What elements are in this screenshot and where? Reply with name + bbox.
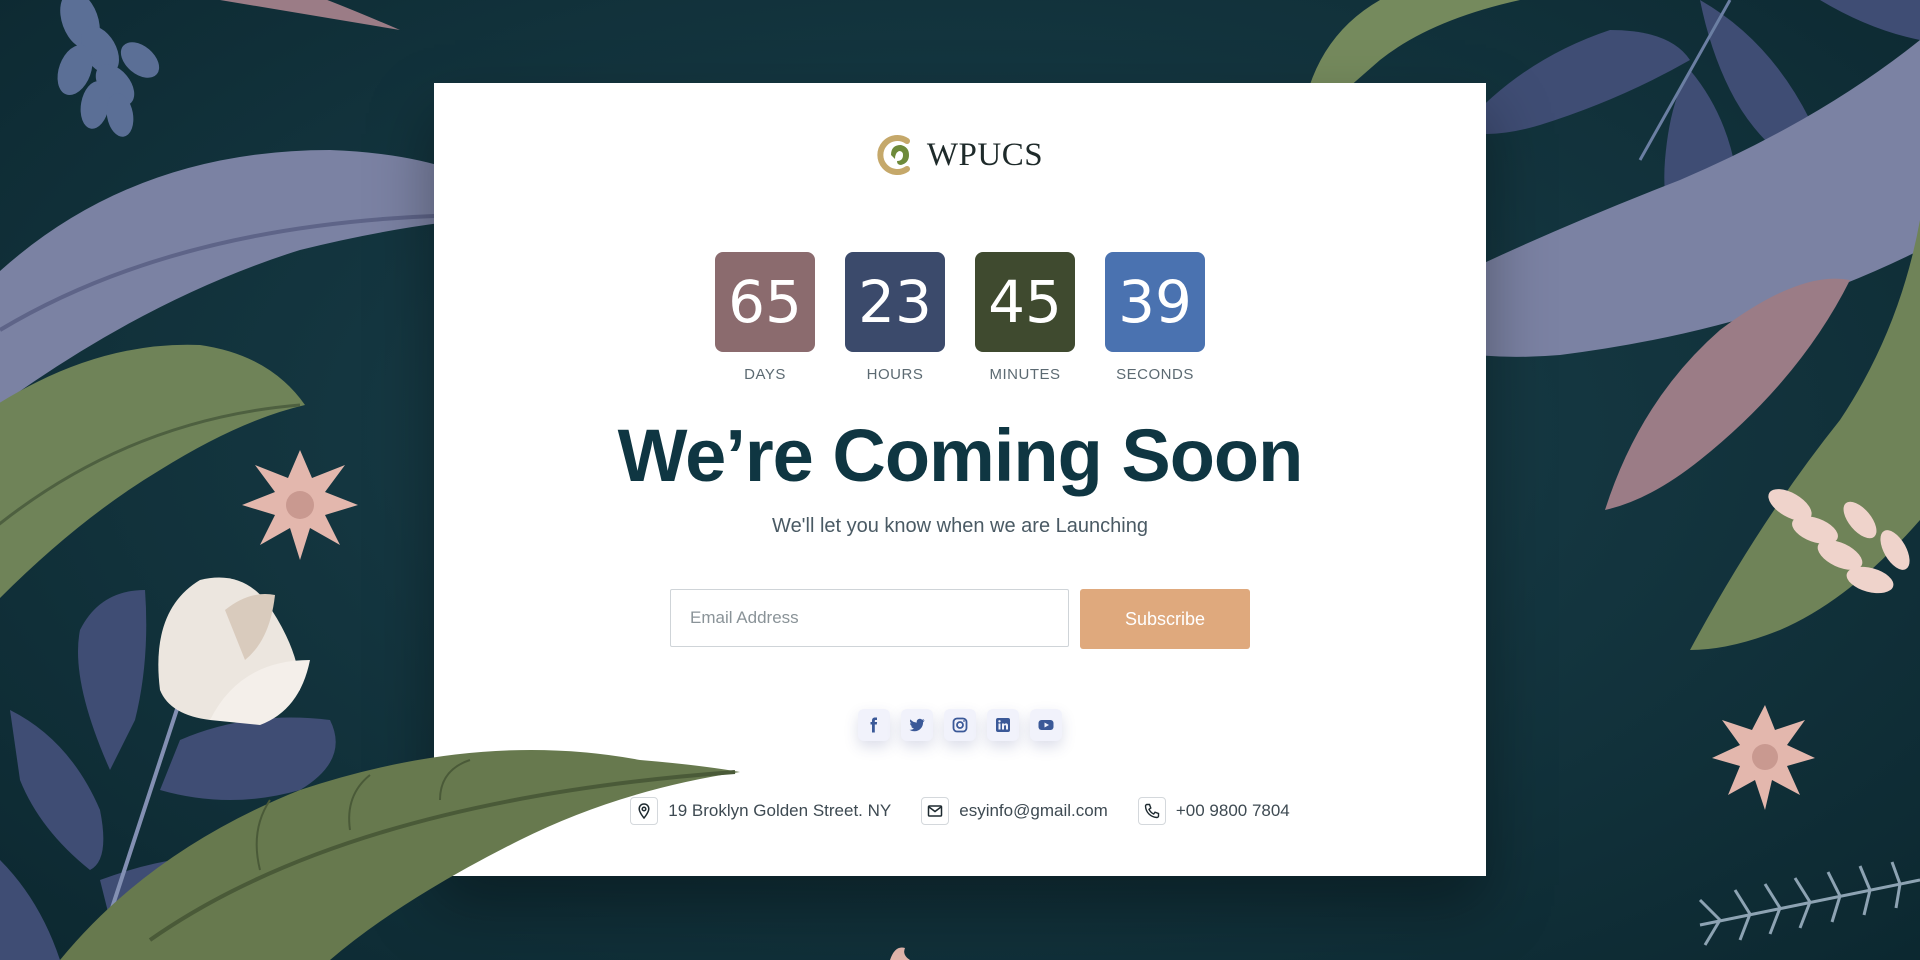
- social-links: [434, 709, 1486, 741]
- countdown-seconds-value: 39: [1105, 252, 1205, 352]
- twitter-link[interactable]: [901, 709, 933, 741]
- contact-address: 19 Broklyn Golden Street. NY: [630, 797, 891, 825]
- mail-icon: [921, 797, 950, 825]
- page-subtitle: We'll let you know when we are Launching: [772, 515, 1148, 537]
- linkedin-link[interactable]: [987, 709, 1019, 741]
- contact-email-text: esyinfo@gmail.com: [959, 801, 1108, 820]
- facebook-icon: [870, 717, 878, 733]
- twitter-icon: [909, 718, 925, 732]
- contact-address-text: 19 Broklyn Golden Street. NY: [668, 801, 892, 820]
- countdown-days-value: 65: [715, 252, 815, 352]
- youtube-link[interactable]: [1030, 709, 1062, 741]
- countdown-seconds: 39 SECONDS: [1105, 252, 1205, 383]
- instagram-link[interactable]: [944, 709, 976, 741]
- coming-soon-card: WPUCS 65 DAYS 23 HOURS 45 MINUTES 39 SEC…: [434, 83, 1486, 876]
- email-input[interactable]: [670, 589, 1069, 647]
- phone-icon: [1137, 797, 1166, 825]
- countdown-timer: 65 DAYS 23 HOURS 45 MINUTES 39 SECONDS: [434, 252, 1486, 383]
- countdown-minutes-label: MINUTES: [989, 366, 1061, 383]
- countdown-hours-value: 23: [845, 252, 945, 352]
- brand-name: WPUCS: [926, 136, 1044, 173]
- logo-mark-icon: [877, 135, 910, 175]
- countdown-seconds-label: SECONDS: [1116, 366, 1194, 383]
- countdown-hours-label: HOURS: [866, 366, 924, 383]
- countdown-minutes-value: 45: [975, 252, 1075, 352]
- subscribe-form: Subscribe: [670, 589, 1250, 649]
- countdown-hours: 23 HOURS: [845, 252, 945, 383]
- countdown-minutes: 45 MINUTES: [975, 252, 1075, 383]
- youtube-icon: [1038, 720, 1054, 730]
- contact-phone-text: +00 9800 7804: [1175, 801, 1290, 820]
- brand-logo[interactable]: WPUCS: [434, 133, 1486, 177]
- contact-phone[interactable]: +00 9800 7804: [1137, 797, 1290, 825]
- subscribe-button[interactable]: Subscribe: [1080, 589, 1250, 649]
- contact-info: 19 Broklyn Golden Street. NY esyinfo@gma…: [434, 797, 1486, 825]
- instagram-icon: [952, 717, 968, 733]
- countdown-days-label: DAYS: [744, 366, 786, 383]
- linkedin-icon: [996, 718, 1010, 732]
- countdown-days: 65 DAYS: [715, 252, 815, 383]
- contact-email[interactable]: esyinfo@gmail.com: [921, 797, 1108, 825]
- page-title: We’re Coming Soon: [617, 414, 1304, 497]
- map-pin-icon: [630, 797, 659, 825]
- facebook-link[interactable]: [858, 709, 890, 741]
